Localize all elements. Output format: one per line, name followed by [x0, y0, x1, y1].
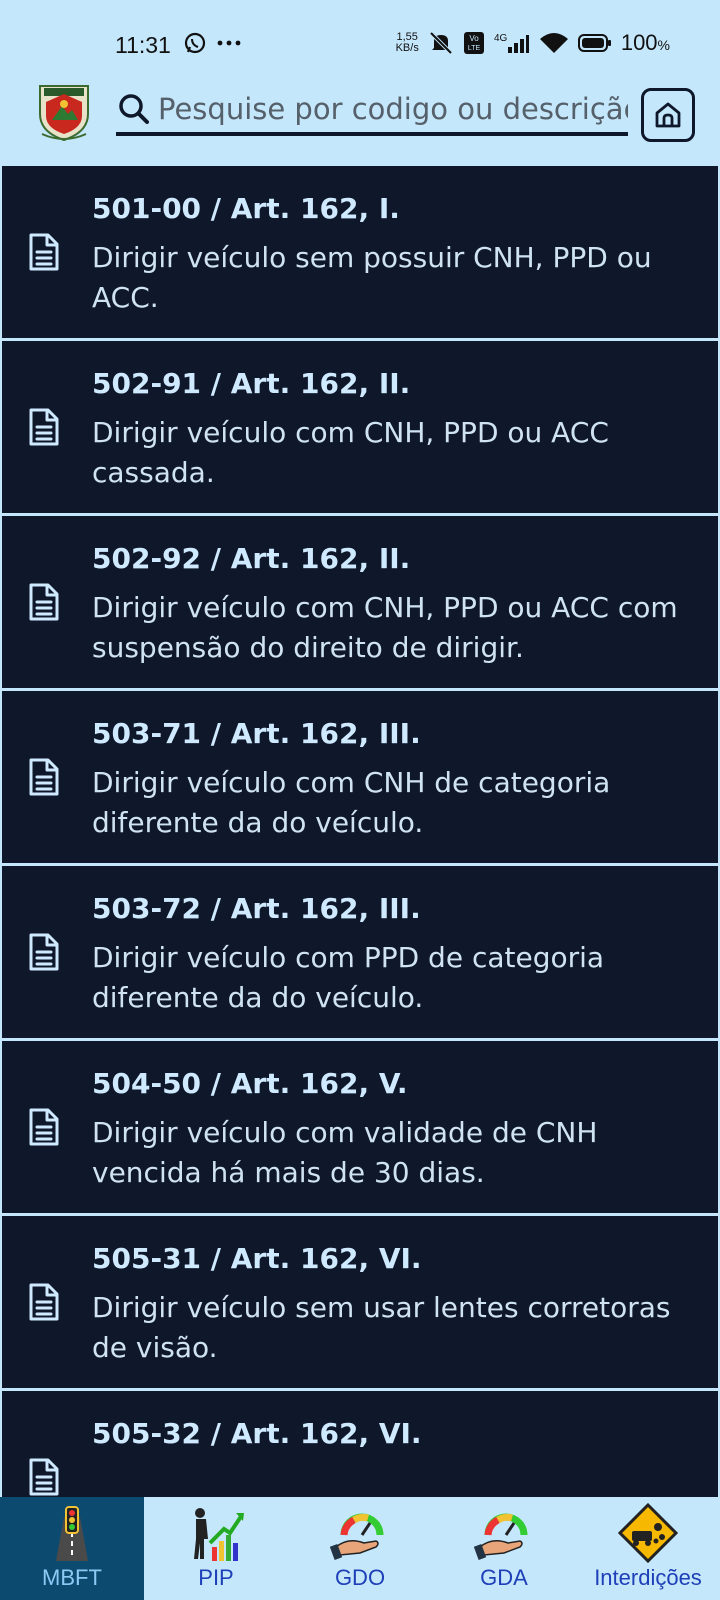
search-bar[interactable] [116, 86, 628, 136]
bottom-navigation: MBFT PIP GDO GDA Interdições [0, 1497, 720, 1600]
item-description: Dirigir veículo com PPD de categoria dif… [92, 941, 605, 1014]
document-icon [26, 407, 62, 447]
item-description: Dirigir veículo com validade de CNH venc… [92, 1116, 598, 1189]
list-item[interactable]: 501-00 / Art. 162, I. Dirigir veículo sem… [2, 166, 718, 338]
nav-label: MBFT [42, 1565, 102, 1590]
document-icon [26, 1457, 62, 1497]
signal-4g-icon: 4G [494, 33, 529, 53]
soldier-chart-icon [186, 1503, 246, 1563]
app-header [0, 72, 720, 166]
document-icon [26, 232, 62, 272]
nav-label: GDA [480, 1565, 528, 1590]
item-description: Dirigir veículo com CNH de categoria dif… [92, 766, 611, 839]
search-input[interactable] [158, 92, 628, 126]
gauge-hand-icon [473, 1503, 534, 1563]
item-title: 505-31 / Art. 162, VI. [92, 1242, 422, 1275]
search-icon [119, 94, 149, 124]
svg-text:LTE: LTE [468, 45, 481, 52]
list-item[interactable]: 505-31 / Art. 162, VI. Dirigir veículo se… [2, 1216, 718, 1388]
status-bar: 11:31 1,55 KB/s Vo LTE 4G 100% [0, 0, 720, 72]
item-title: 505-32 / Art. 162, VI. [92, 1417, 422, 1450]
battery-icon [577, 34, 611, 52]
item-title: 503-72 / Art. 162, III. [92, 892, 421, 925]
home-icon [655, 102, 681, 128]
list-item[interactable]: 503-72 / Art. 162, III. Dirigir veículo c… [2, 866, 718, 1038]
document-icon [26, 1107, 62, 1147]
item-title: 502-91 / Art. 162, II. [92, 367, 411, 400]
document-icon [26, 932, 62, 972]
list-item[interactable]: 503-71 / Art. 162, III. Dirigir veículo c… [2, 691, 718, 863]
gauge-hand-icon [329, 1503, 390, 1563]
document-icon [26, 757, 62, 797]
more-notifications-icon [217, 40, 241, 46]
svg-text:Vo: Vo [469, 34, 479, 43]
nav-tab-pip[interactable]: PIP [144, 1497, 288, 1600]
home-button[interactable] [641, 88, 695, 142]
item-title: 501-00 / Art. 162, I. [92, 192, 400, 225]
list-item[interactable]: 505-32 / Art. 162, VI. [2, 1391, 718, 1497]
nav-label: GDO [334, 1565, 386, 1590]
item-title: 504-50 / Art. 162, V. [92, 1067, 408, 1100]
nav-tab-mbft[interactable]: MBFT [0, 1497, 144, 1600]
falling-rocks-sign-icon [617, 1502, 679, 1564]
status-time: 11:31 [115, 32, 171, 58]
mute-icon [429, 31, 453, 55]
item-description: Dirigir veículo sem usar lentes corretor… [92, 1291, 671, 1364]
item-title: 503-71 / Art. 162, III. [92, 717, 421, 750]
item-description: Dirigir veículo com CNH, PPD ou ACC com … [92, 591, 678, 664]
volte-icon: Vo LTE [463, 32, 484, 54]
infraction-list[interactable]: 501-00 / Art. 162, I. Dirigir veículo sem… [0, 166, 720, 1497]
police-emblem-logo [39, 85, 89, 142]
list-item[interactable]: 504-50 / Art. 162, V. Dirigir veículo com… [2, 1041, 718, 1213]
document-icon [26, 582, 62, 622]
nav-label: Interdições [594, 1565, 702, 1590]
list-item[interactable]: 502-91 / Art. 162, II. Dirigir veículo co… [2, 341, 718, 513]
item-title: 502-92 / Art. 162, II. [92, 542, 411, 575]
item-description: Dirigir veículo sem possuir CNH, PPD ou … [92, 241, 652, 314]
svg-text:4G: 4G [494, 33, 508, 44]
nav-label: PIP [198, 1565, 234, 1590]
network-speed: 1,55 KB/s [395, 31, 419, 54]
nav-tab-gdo[interactable]: GDO [288, 1497, 432, 1600]
list-item[interactable]: 502-92 / Art. 162, II. Dirigir veículo co… [2, 516, 718, 688]
whatsapp-icon [184, 32, 206, 54]
nav-tab-interdições[interactable]: Interdições [576, 1497, 720, 1600]
document-icon [26, 1282, 62, 1322]
traffic-light-road-icon [42, 1503, 102, 1563]
nav-tab-gda[interactable]: GDA [432, 1497, 576, 1600]
wifi-icon [539, 33, 568, 53]
battery-level: 100% [620, 30, 670, 55]
item-description: Dirigir veículo com CNH, PPD ou ACC cass… [92, 416, 609, 489]
